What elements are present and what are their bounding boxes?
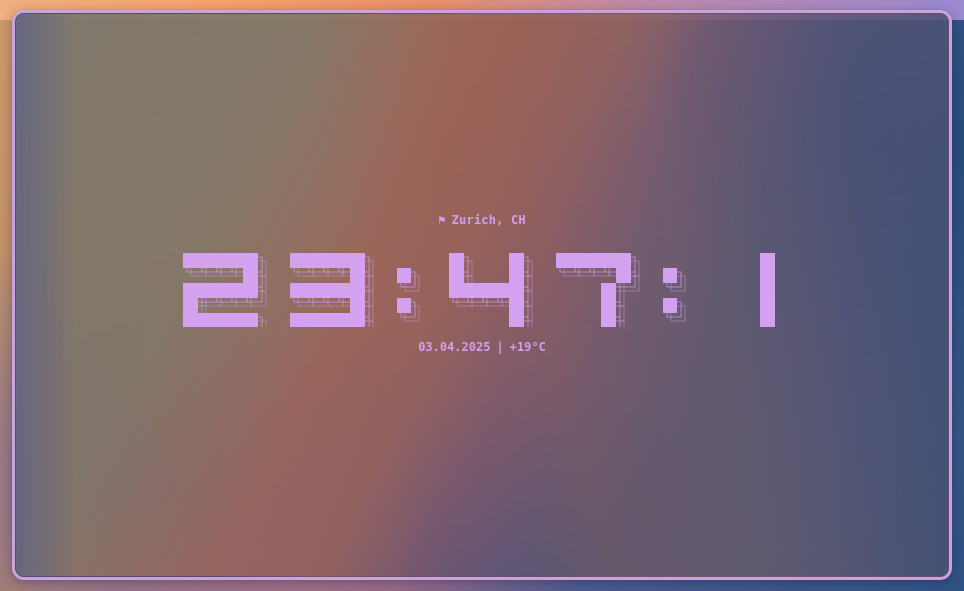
digit-pixel bbox=[290, 283, 305, 298]
digit-pixel bbox=[183, 298, 198, 313]
digit-pixel bbox=[509, 313, 524, 327]
digit-pixel bbox=[335, 283, 350, 298]
digit-pixel bbox=[494, 283, 509, 298]
digit-pixel bbox=[509, 283, 524, 298]
digit-face bbox=[290, 253, 365, 327]
digit-pixel bbox=[616, 268, 631, 283]
digit-pixel bbox=[350, 313, 365, 327]
clock-window: ⚑ Zurich, CH 03.04.2025 | +19°C bbox=[12, 10, 952, 580]
clock-digit-7 bbox=[556, 253, 640, 327]
digit-pixel bbox=[601, 313, 616, 327]
digit-pixel bbox=[305, 313, 320, 327]
digit-pixel bbox=[601, 283, 616, 298]
digit-pixel bbox=[198, 253, 213, 268]
digit-pixel bbox=[198, 313, 213, 327]
digit-pixel bbox=[305, 253, 320, 268]
digit-pixel bbox=[335, 253, 350, 268]
digit-pixel bbox=[213, 253, 228, 268]
digit-face bbox=[183, 253, 258, 327]
digit-pixel bbox=[760, 283, 775, 298]
pixel-clock-digits bbox=[183, 253, 775, 327]
digit-pixel bbox=[397, 298, 411, 313]
digit-pixel bbox=[479, 283, 494, 298]
digit-face bbox=[760, 253, 775, 327]
digit-pixel bbox=[350, 283, 365, 298]
digit-pixel bbox=[601, 253, 616, 268]
digit-pixel bbox=[449, 283, 464, 298]
digit-pixel bbox=[601, 298, 616, 313]
digit-pixel bbox=[397, 268, 411, 283]
digit-pixel bbox=[213, 283, 228, 298]
digit-pixel bbox=[243, 313, 258, 327]
clock-digit-2 bbox=[183, 253, 267, 327]
digit-pixel bbox=[760, 253, 775, 268]
digit-pixel bbox=[350, 298, 365, 313]
digit-pixel bbox=[509, 298, 524, 313]
digit-pixel bbox=[760, 268, 775, 283]
digit-pixel bbox=[320, 253, 335, 268]
date-text: 03.04.2025 bbox=[418, 340, 491, 354]
digit-pixel bbox=[183, 253, 198, 268]
clock-digit-1 bbox=[760, 253, 775, 327]
temperature-text: +19°C bbox=[509, 340, 546, 354]
digit-pixel bbox=[663, 298, 677, 313]
digit-face bbox=[449, 253, 524, 327]
digit-pixel bbox=[449, 268, 464, 283]
digit-pixel bbox=[449, 253, 464, 268]
digit-pixel bbox=[305, 283, 320, 298]
separator-text: | bbox=[496, 340, 504, 354]
pixel-clock bbox=[165, 237, 775, 327]
digit-pixel bbox=[335, 313, 350, 327]
digit-pixel bbox=[509, 253, 524, 268]
digit-pixel bbox=[320, 283, 335, 298]
clock-panel: ⚑ Zurich, CH 03.04.2025 | +19°C bbox=[15, 13, 949, 577]
digit-pixel bbox=[760, 313, 775, 327]
clock-digit-4 bbox=[449, 253, 533, 327]
digit-pixel bbox=[243, 253, 258, 268]
digit-pixel bbox=[243, 283, 258, 298]
digit-pixel bbox=[571, 253, 586, 268]
location-label: ⚑ Zurich, CH bbox=[15, 213, 949, 227]
digit-pixel bbox=[213, 313, 228, 327]
digit-pixel bbox=[290, 253, 305, 268]
digit-pixel bbox=[464, 283, 479, 298]
location-text: Zurich, CH bbox=[451, 213, 526, 227]
digit-pixel bbox=[320, 313, 335, 327]
digit-pixel bbox=[290, 313, 305, 327]
digit-pixel bbox=[586, 253, 601, 268]
clock-colon bbox=[397, 268, 420, 322]
clock-digit-3 bbox=[290, 253, 374, 327]
digit-pixel bbox=[556, 253, 571, 268]
digit-pixel bbox=[243, 268, 258, 283]
digit-pixel bbox=[228, 253, 243, 268]
digit-pixel bbox=[616, 253, 631, 268]
digit-pixel bbox=[509, 268, 524, 283]
flag-icon: ⚑ bbox=[438, 213, 446, 227]
digit-pixel bbox=[228, 313, 243, 327]
digit-pixel bbox=[228, 283, 243, 298]
date-temperature-bar: 03.04.2025 | +19°C bbox=[15, 340, 949, 354]
digit-pixel bbox=[760, 298, 775, 313]
digit-pixel bbox=[183, 283, 198, 298]
digit-pixel bbox=[350, 253, 365, 268]
digit-pixel bbox=[350, 268, 365, 283]
clock-colon bbox=[663, 268, 686, 322]
digit-pixel bbox=[663, 268, 677, 283]
digit-pixel bbox=[183, 313, 198, 327]
digit-pixel bbox=[198, 283, 213, 298]
